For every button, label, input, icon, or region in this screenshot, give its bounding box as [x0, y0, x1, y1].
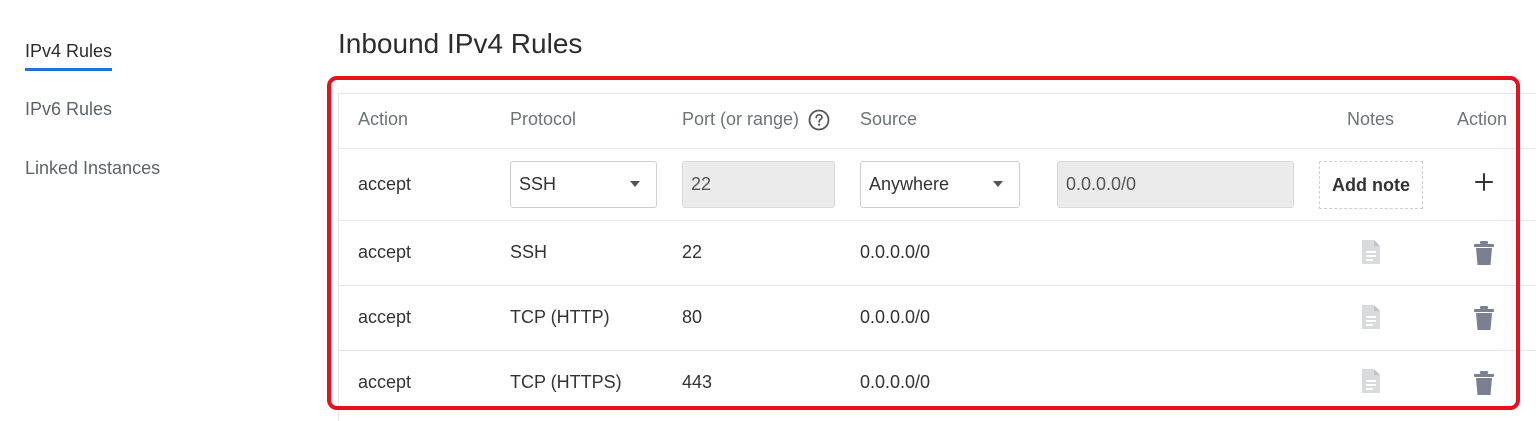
row-port: 22 — [682, 242, 703, 262]
chevron-down-icon — [630, 181, 640, 187]
sidebar-item-ipv4-rules[interactable]: IPv4 Rules — [25, 41, 113, 71]
note-icon[interactable] — [1360, 303, 1382, 331]
note-icon[interactable] — [1360, 238, 1382, 266]
row-protocol: TCP (HTTP) — [510, 307, 610, 327]
page: IPv4 Rules IPv6 Rules Linked Instances I… — [0, 0, 1536, 421]
new-rule-action: accept — [358, 174, 412, 194]
header-port: Port (or range) — [682, 109, 800, 129]
source-select-value: Anywhere — [869, 174, 950, 194]
sidebar-item-linked-instances[interactable]: Linked Instances — [25, 158, 160, 179]
row-action: accept — [358, 307, 412, 327]
row-protocol: SSH — [510, 242, 548, 262]
page-title: Inbound IPv4 Rules — [338, 28, 583, 59]
row-source: 0.0.0.0/0 — [860, 242, 931, 262]
add-note-button[interactable]: Add note — [1319, 161, 1423, 209]
table-divider — [338, 220, 1536, 221]
sidebar-item-ipv6-rules[interactable]: IPv6 Rules — [25, 99, 112, 120]
header-source: Source — [860, 109, 918, 129]
trash-icon[interactable] — [1473, 240, 1495, 266]
row-protocol: TCP (HTTPS) — [510, 372, 622, 392]
chevron-down-icon — [993, 181, 1003, 187]
row-port: 443 — [682, 372, 713, 392]
protocol-select[interactable]: SSH — [510, 161, 657, 208]
source-cidr-input[interactable]: 0.0.0.0/0 — [1057, 161, 1294, 208]
header-notes: Notes — [1347, 109, 1395, 129]
row-port: 80 — [682, 307, 703, 327]
header-action-right: Action — [1457, 109, 1508, 129]
source-select[interactable]: Anywhere — [860, 161, 1020, 208]
table-divider — [338, 148, 1536, 149]
plus-icon[interactable] — [1470, 166, 1498, 198]
trash-icon[interactable] — [1473, 370, 1495, 396]
header-action: Action — [358, 109, 409, 129]
port-input-value: 22 — [691, 174, 712, 194]
table-divider — [338, 350, 1536, 351]
row-source: 0.0.0.0/0 — [860, 307, 931, 327]
row-action: accept — [358, 372, 412, 392]
table-divider — [338, 285, 1536, 286]
help-circle-icon[interactable] — [808, 109, 830, 131]
note-icon[interactable] — [1360, 367, 1382, 395]
header-protocol: Protocol — [510, 109, 577, 129]
row-action: accept — [358, 242, 412, 262]
port-input[interactable]: 22 — [682, 161, 835, 208]
trash-icon[interactable] — [1473, 305, 1495, 331]
row-source: 0.0.0.0/0 — [860, 372, 931, 392]
source-cidr-value: 0.0.0.0/0 — [1066, 174, 1137, 194]
protocol-select-value: SSH — [519, 174, 557, 194]
